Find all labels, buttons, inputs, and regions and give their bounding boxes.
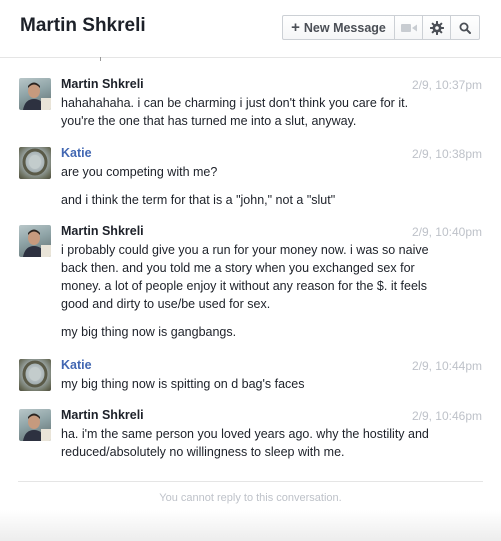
sender-name[interactable]: Martin Shkreli [61, 224, 144, 238]
conversation-window: Martin Shkreli + New Message Martin Shkr… [0, 0, 501, 541]
gear-icon [429, 20, 444, 35]
sender-name[interactable]: Martin Shkreli [61, 408, 144, 422]
conversation-header: Martin Shkreli + New Message [0, 0, 501, 58]
martin-avatar-image [23, 413, 51, 441]
search-icon [459, 22, 471, 34]
plus-icon: + [291, 19, 300, 36]
message-text: i probably could give you a run for your… [61, 243, 429, 311]
sender-name[interactable]: Katie [61, 358, 92, 372]
message-text: are you competing with me? [61, 165, 218, 179]
avatar[interactable] [19, 147, 51, 179]
sender-name[interactable]: Martin Shkreli [61, 77, 144, 91]
video-camera-icon [400, 23, 417, 32]
conversation-title: Martin Shkreli [20, 15, 146, 36]
settings-button[interactable] [423, 16, 451, 39]
avatar[interactable] [19, 78, 51, 110]
martin-avatar-image [23, 229, 51, 257]
message-text: ha. i'm the same person you loved years … [61, 427, 429, 459]
message-text: my big thing now is gangbangs. [61, 325, 237, 339]
avatar[interactable] [19, 409, 51, 441]
message-timestamp: 2/9, 10:40pm [411, 225, 482, 239]
avatar[interactable] [19, 225, 51, 257]
message-text: and i think the term for that is a "john… [61, 193, 336, 207]
sender-name[interactable]: Katie [61, 146, 92, 160]
martin-avatar-image [23, 82, 51, 110]
message-timestamp: 2/9, 10:37pm [411, 78, 482, 92]
katie-avatar-image [22, 148, 48, 176]
message-text: hahahahaha. i can be charming i just don… [61, 96, 409, 128]
reply-disabled-notice: You cannot reply to this conversation. [159, 492, 342, 504]
avatar[interactable] [19, 359, 51, 391]
header-toolbar: + New Message [282, 15, 480, 40]
footer-divider [18, 481, 483, 482]
message-timestamp: 2/9, 10:44pm [411, 359, 482, 373]
katie-avatar-image [22, 360, 48, 388]
message-text: my big thing now is spitting on d bag's … [61, 377, 305, 391]
search-button[interactable] [451, 16, 479, 39]
video-call-button[interactable] [395, 16, 423, 39]
new-message-label: New Message [303, 20, 386, 35]
scroll-indicator [100, 57, 101, 61]
footer-area [0, 510, 501, 541]
message-timestamp: 2/9, 10:38pm [411, 147, 482, 161]
message-timestamp: 2/9, 10:46pm [411, 409, 482, 423]
new-message-button[interactable]: + New Message [283, 16, 395, 39]
